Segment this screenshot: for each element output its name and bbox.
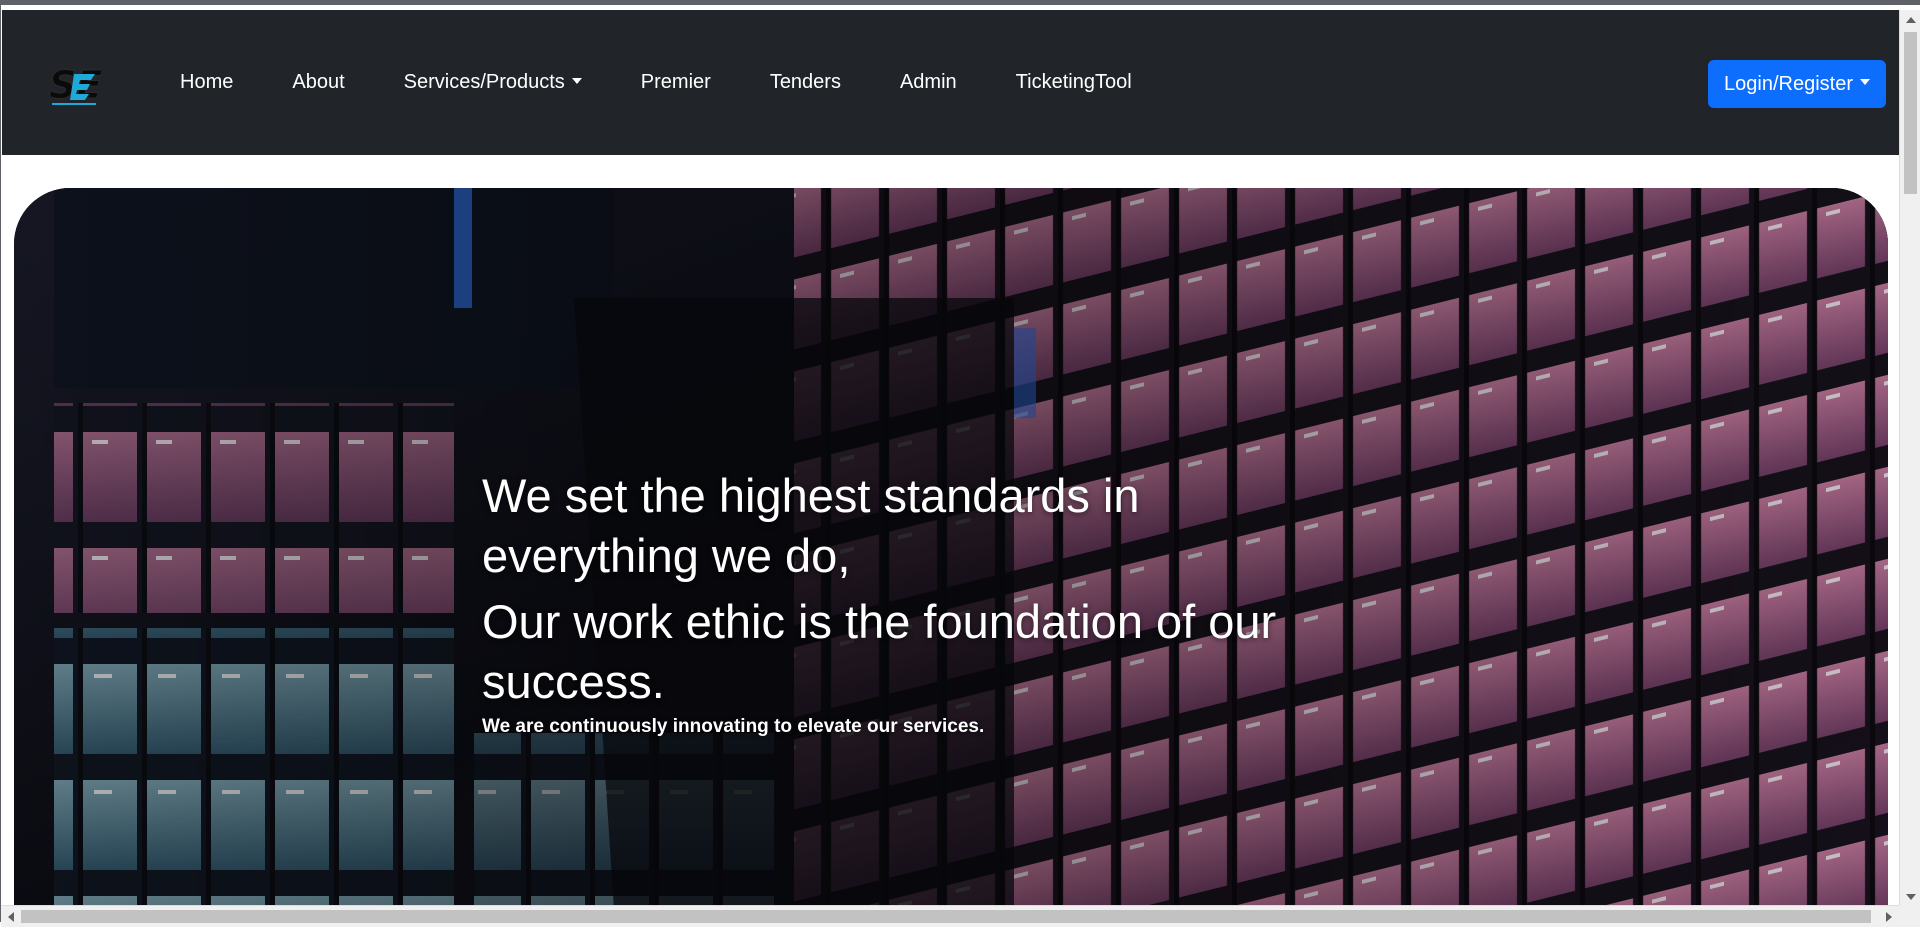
nav-links: Home About Services/Products Premier Ten…: [180, 10, 1191, 155]
horizontal-scrollbar[interactable]: [1, 905, 1899, 927]
nav-ticketingtool-label: TicketingTool: [1015, 71, 1132, 93]
scroll-right-arrow-icon[interactable]: [1879, 906, 1899, 927]
nav-tenders-label: Tenders: [769, 71, 841, 93]
login-register-label: Login/Register: [1724, 72, 1853, 95]
hero-text-block: We set the highest standards in everythi…: [482, 466, 1422, 738]
nav-home-link[interactable]: Home: [180, 71, 233, 94]
scroll-up-arrow-icon[interactable]: [1900, 10, 1920, 30]
nav-services-label: Services/Products: [403, 71, 565, 93]
horizontal-scrollbar-thumb[interactable]: [21, 910, 1871, 923]
vertical-scrollbar-thumb[interactable]: [1904, 32, 1917, 194]
nav-home-label: Home: [180, 71, 234, 93]
nav-about-label: About: [292, 71, 345, 93]
vertical-scrollbar[interactable]: [1899, 10, 1920, 907]
nav-services-dropdown[interactable]: Services/Products: [404, 71, 582, 94]
scroll-left-arrow-icon[interactable]: [1, 906, 21, 927]
nav-admin-link[interactable]: Admin: [900, 71, 957, 94]
nav-ticketingtool-link[interactable]: TicketingTool: [1016, 71, 1132, 94]
scroll-down-arrow-icon[interactable]: [1900, 887, 1920, 907]
caret-down-icon: [1859, 79, 1870, 85]
nav-about-link[interactable]: About: [292, 71, 344, 94]
browser-window: SE Home About Services/Products Premier …: [0, 0, 1920, 927]
scrollbar-corner: [1899, 905, 1920, 927]
caret-down-icon: [571, 77, 582, 84]
hero-headline: We set the highest standards in everythi…: [482, 469, 1140, 582]
hero-subheadline: Our work ethic is the foundation of our …: [482, 595, 1277, 708]
hero-banner: We set the highest standards in everythi…: [14, 188, 1888, 910]
login-register-dropdown-button[interactable]: Login/Register: [1708, 60, 1886, 108]
nav-premier-link[interactable]: Premier: [641, 71, 711, 94]
navbar: SE Home About Services/Products Premier …: [2, 10, 1899, 155]
hero-tagline: We are continuously innovating to elevat…: [482, 716, 985, 737]
logo[interactable]: SE: [49, 60, 103, 110]
nav-tenders-link[interactable]: Tenders: [770, 71, 841, 94]
nav-premier-label: Premier: [640, 71, 711, 93]
nav-admin-label: Admin: [899, 71, 957, 93]
se-logo-icon: SE: [49, 63, 103, 108]
